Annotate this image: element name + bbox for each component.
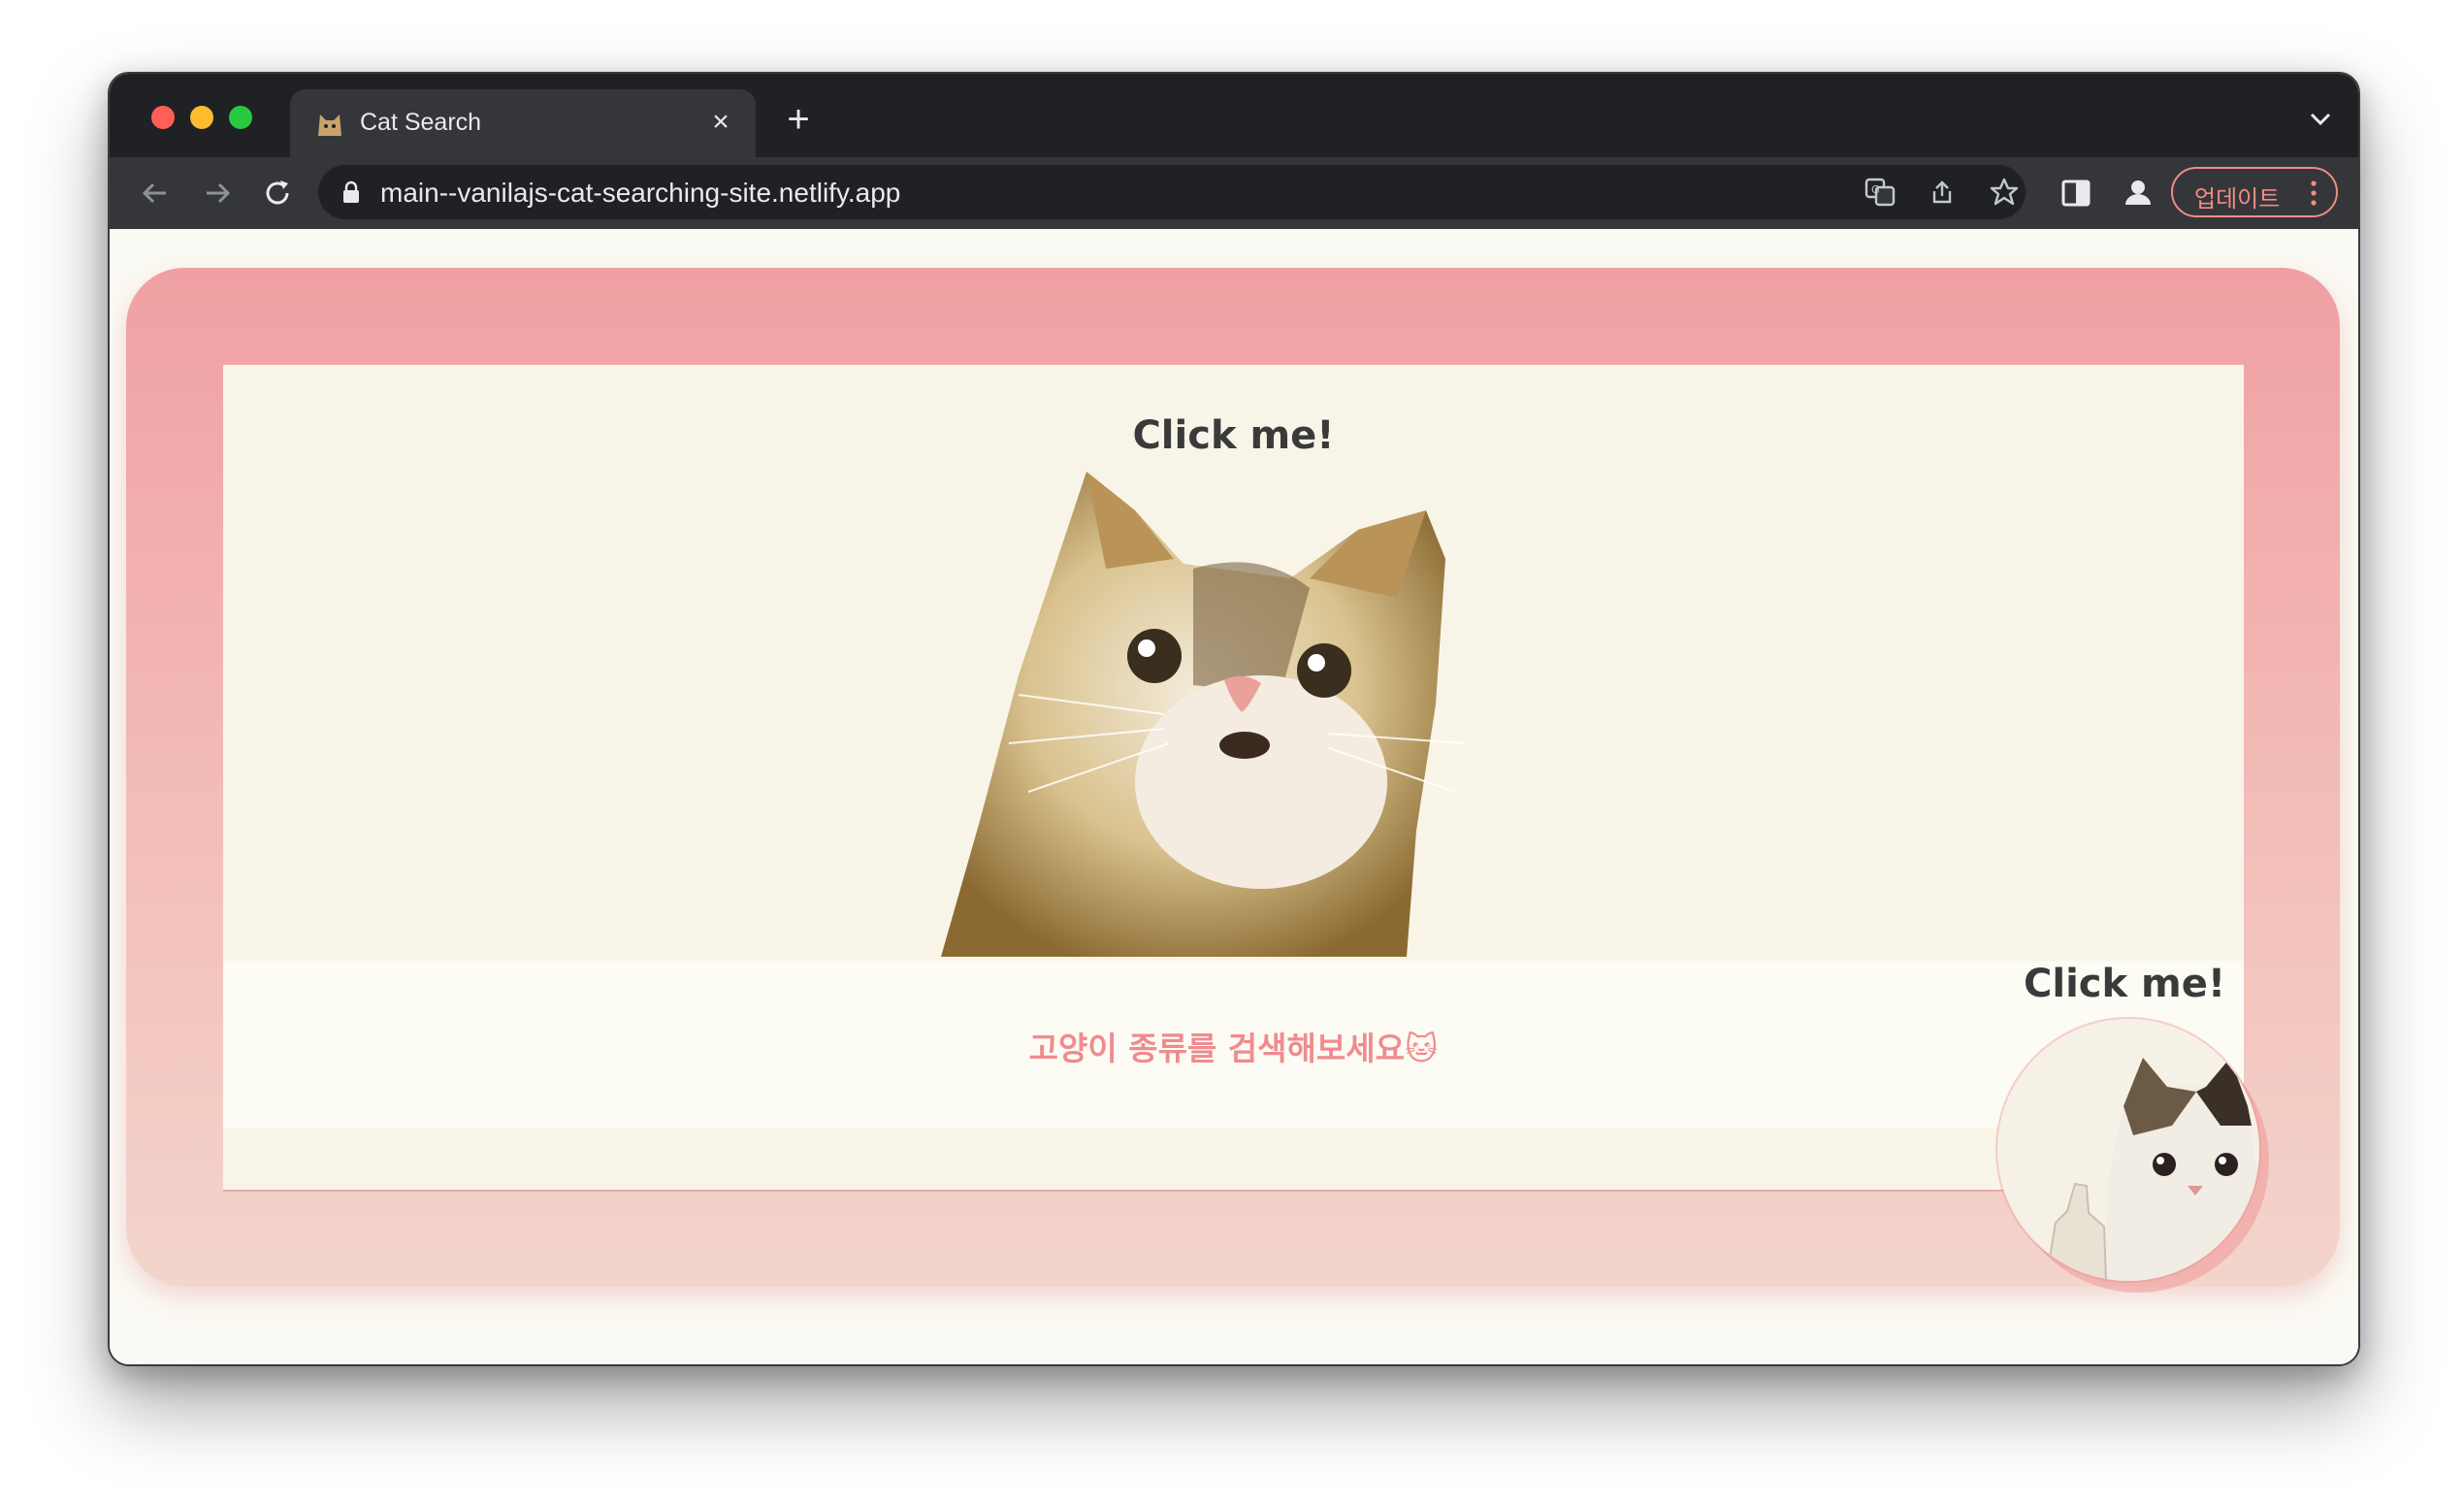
browser-window: Cat Search × + main--vanilajs-cat-search… (108, 72, 2360, 1366)
surprised-cat-image[interactable] (941, 452, 1504, 957)
address-bar[interactable]: main--vanilajs-cat-searching-site.netlif… (318, 165, 2026, 219)
window-maximize-button[interactable] (229, 106, 252, 129)
tab-title: Cat Search (360, 109, 482, 136)
profile-icon[interactable] (2118, 173, 2158, 213)
bookmark-star-icon[interactable] (1987, 175, 2022, 210)
page-viewport: Click me! 고양이 종류를 검색해보세요🐱 Click me! (110, 229, 2358, 1364)
chevron-down-icon[interactable] (2308, 109, 2333, 128)
window-minimize-button[interactable] (190, 106, 213, 129)
update-label: 업데이트 (2194, 185, 2281, 213)
translate-icon[interactable]: G (1863, 175, 1897, 210)
search-bar[interactable]: 고양이 종류를 검색해보세요🐱 (223, 961, 2244, 1128)
lock-icon (343, 180, 359, 203)
tab-close-icon[interactable]: × (703, 105, 738, 140)
floating-click-label[interactable]: Click me! (2024, 962, 2225, 1006)
cat-face-icon (318, 115, 341, 136)
svg-text:G: G (1871, 183, 1880, 196)
update-button[interactable]: 업데이트 (2171, 167, 2338, 217)
tab-cat-search[interactable]: Cat Search × (290, 89, 756, 157)
reload-icon[interactable] (257, 173, 298, 213)
forward-arrow-icon[interactable] (197, 173, 238, 213)
side-panel-icon[interactable] (2056, 173, 2096, 213)
content-panel: Click me! 고양이 종류를 검색해보세요🐱 (223, 365, 2244, 1192)
new-tab-button[interactable]: + (779, 100, 818, 140)
floating-cat-button[interactable] (1997, 1019, 2259, 1281)
share-icon[interactable] (1925, 175, 1960, 210)
tab-strip: Cat Search × + (110, 74, 2358, 157)
thumbs-up-cat-image (2044, 1058, 2259, 1281)
window-close-button[interactable] (151, 106, 175, 129)
browser-toolbar: main--vanilajs-cat-searching-site.netlif… (110, 157, 2358, 229)
url-text: main--vanilajs-cat-searching-site.netlif… (380, 178, 901, 208)
more-vert-icon (2311, 180, 2317, 206)
back-arrow-icon[interactable] (135, 173, 176, 213)
search-prompt: 고양이 종류를 검색해보세요🐱 (1028, 1030, 1439, 1067)
